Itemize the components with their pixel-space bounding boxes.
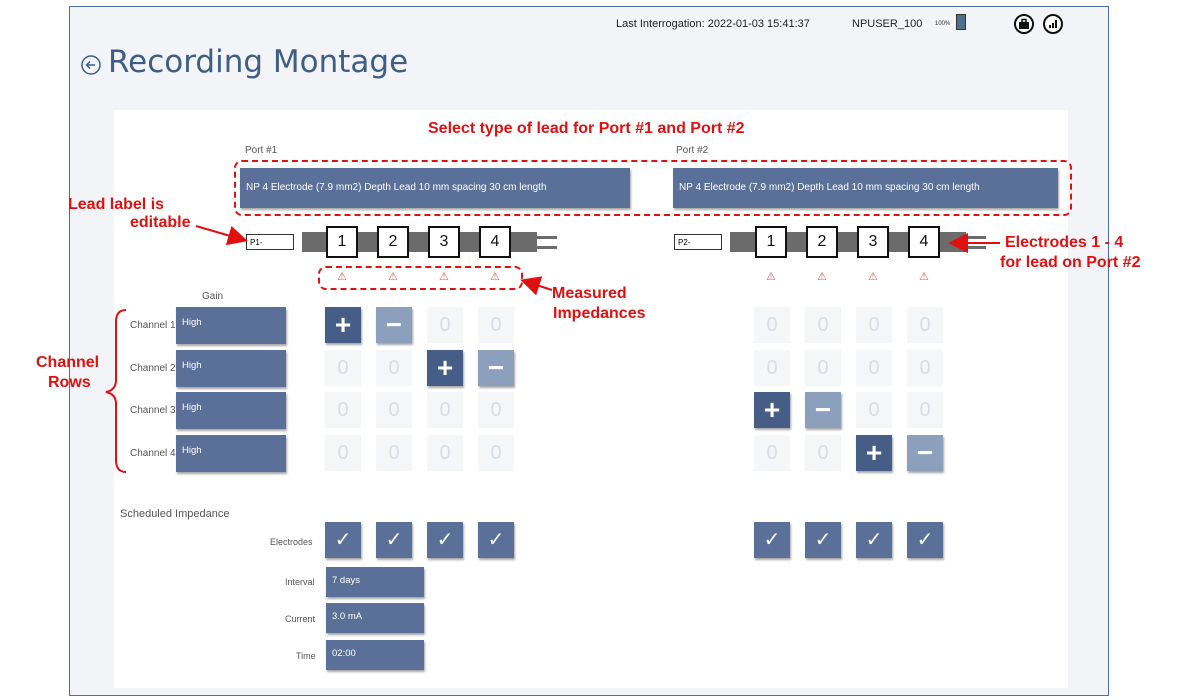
annotation-arrows [105,225,1000,473]
channel-rows-brace [105,309,127,473]
